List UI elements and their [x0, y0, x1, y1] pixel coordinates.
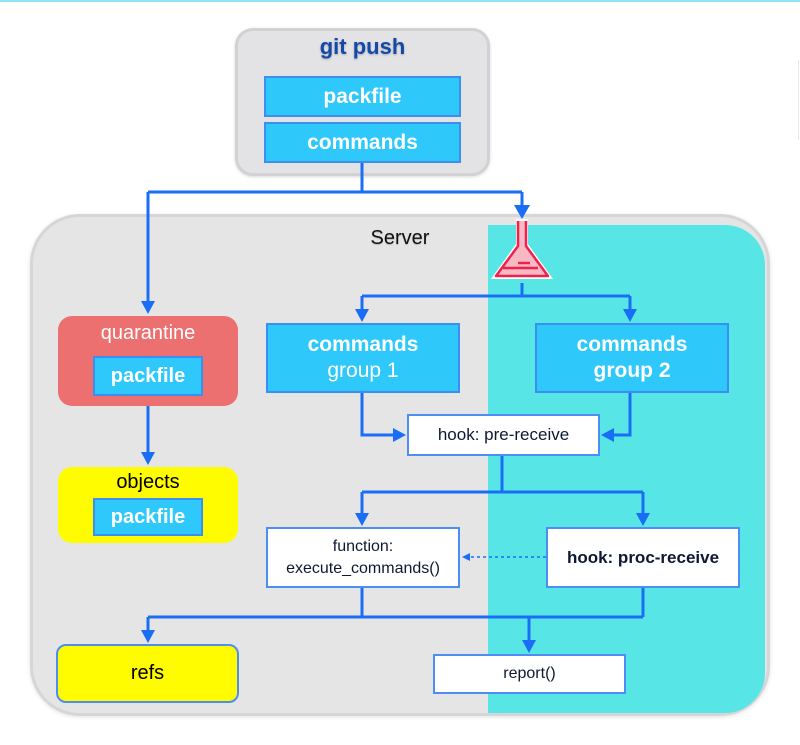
dotted-arrowhead [462, 553, 470, 561]
arrowhead-prereceive-left [393, 428, 406, 442]
arrow-push-to-quarantine [146, 190, 522, 306]
arrowhead-execute [355, 513, 369, 526]
flask-icon [491, 219, 553, 279]
arrowhead-refs [141, 630, 155, 643]
arrowhead-group1 [355, 309, 369, 322]
arrow-group2-to-prereceive [609, 393, 632, 437]
arrowhead-procreceive [636, 513, 650, 526]
arrowhead-objects [141, 452, 155, 465]
arrowhead-report [522, 640, 536, 653]
connector-layer [141, 163, 650, 653]
arrowhead-hook [514, 205, 530, 219]
arrowhead-prereceive-right [601, 428, 614, 442]
arrowhead-group2 [623, 309, 637, 322]
arrow-group1-to-prereceive [360, 393, 398, 437]
arrowhead-quarantine [141, 301, 155, 314]
